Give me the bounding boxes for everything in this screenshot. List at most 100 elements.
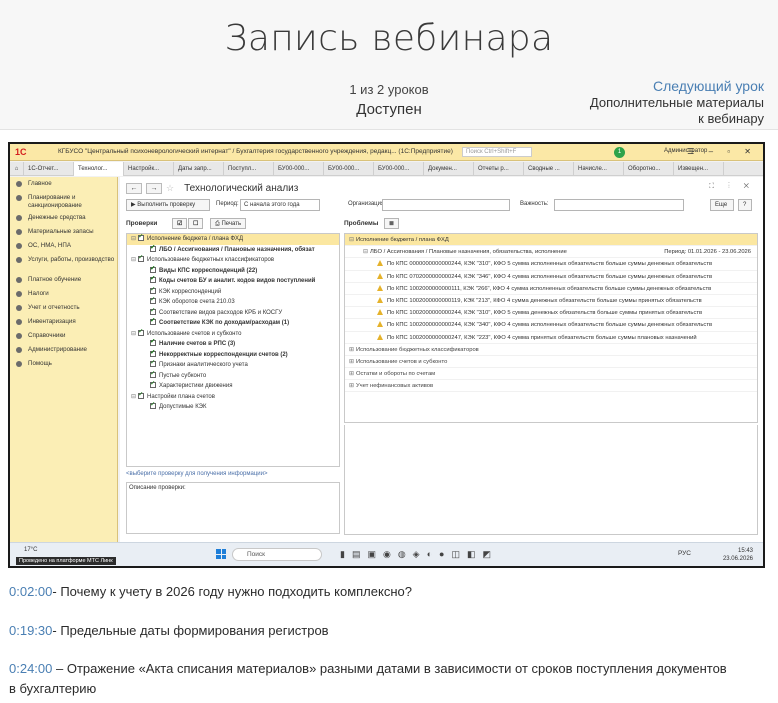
check-label: Виды КПС корреспонденций (22) — [159, 267, 258, 274]
clock-date: 23.06.2026 — [722, 556, 753, 562]
section-icon — [16, 181, 22, 187]
next-lesson-title-line1[interactable]: Дополнительные материалы — [590, 95, 764, 111]
problems-panel: Проблемы ≣ ⊟ Исполнение бюджета / плана Ф… — [344, 217, 758, 537]
section-icon — [16, 257, 22, 263]
checkbox-icon — [150, 381, 156, 390]
sidebar-item-label: ОС, НМА, НПА — [28, 242, 71, 249]
app-tab: Даты запр... — [174, 162, 224, 176]
problem-row: ⊟ Исполнение бюджета / плана ФХД — [345, 234, 757, 247]
window-controls-icon: ☰ ‒ ▫ ✕ — [687, 147, 757, 156]
taskbar-app-icons: ▮▤▣◉◍◈◐●◫◧◩ — [340, 549, 498, 559]
problem-row: ⊞ Учет нефинансовых активов — [345, 380, 757, 393]
problem-row: По КПС 1002000000000244, КЭК "310", КФО … — [345, 307, 757, 320]
check-tree-row: ⊟ Использование бюджетных классификаторов — [127, 255, 339, 266]
app-tab: Технолог... — [74, 162, 124, 176]
taskbar-search: Поиск — [232, 548, 322, 561]
sidebar-item: Налоги — [10, 287, 117, 301]
checkbox-icon — [150, 350, 156, 358]
section-icon — [16, 215, 22, 221]
checks-label: Проверки — [126, 220, 158, 227]
description-label: Описание проверки: — [129, 485, 186, 491]
app-main: ← → ☆ Технологический анализ ⛶ ⋮ ✕ ▶ Вып… — [120, 177, 763, 542]
checkbox-icon — [138, 392, 144, 400]
checkbox-icon — [150, 371, 156, 379]
expand-icon: ⊟ — [131, 330, 137, 337]
sidebar-item-label: Налоги — [28, 290, 49, 297]
checkbox-icon — [150, 276, 156, 285]
problem-label: Использование счетов и субконто — [356, 358, 448, 365]
check-tree-row: КЭК оборотов счета 210.03 — [127, 297, 339, 308]
sidebar-item: Учет и отчетность — [10, 301, 117, 315]
checkbox-icon — [150, 308, 156, 316]
expand-icon: ⊞ — [349, 358, 355, 365]
section-icon — [16, 195, 22, 201]
sidebar-item: Услуги, работы, производство — [10, 253, 117, 273]
check-tree-row: Пустые субконто — [127, 371, 339, 382]
next-lesson-title-line2[interactable]: к вебинару — [590, 111, 764, 127]
check-label: Настройки плана счетов — [147, 393, 215, 400]
timecode-link[interactable]: 0:02:00 — [9, 584, 52, 599]
problem-label: ЛБО / Ассигнования / Плановые назначения… — [370, 249, 567, 256]
page-title: Запись вебинара — [224, 18, 554, 59]
timecode-text: Предельные даты формирования регистров — [56, 623, 329, 638]
section-icon — [16, 229, 22, 235]
problems-empty-area — [344, 425, 758, 535]
app-tab: Извещен... — [674, 162, 724, 176]
timecode-text-continued: в бухгалтерию — [9, 681, 97, 696]
check-label: Наличие счетов в РПС (3) — [159, 341, 236, 347]
checkbox-icon — [150, 339, 156, 348]
timecode-item[interactable]: 0:24:00 – Отражение «Акта списания матер… — [9, 659, 727, 679]
expand-icon: ⊞ — [349, 383, 355, 390]
sidebar-item: Материальные запасы — [10, 225, 117, 239]
timecode-item[interactable]: 0:19:30- Предельные даты формирования ре… — [9, 621, 329, 641]
problem-label: Остатки и обороты по счетам — [356, 371, 436, 378]
organization-label: Организация: — [348, 201, 386, 207]
app-tab: Сводные ... — [524, 162, 574, 176]
timecode-link[interactable]: 0:19:30 — [9, 623, 52, 638]
check-label: Использование счетов и субконто — [147, 330, 242, 337]
problem-label: По КПС 0702000000000244, КЭК "346", КФО … — [387, 273, 713, 280]
next-lesson[interactable]: Следующий урок Дополнительные материалы … — [590, 78, 764, 127]
app-sidebar: Главное Планирование и санкционирование Де… — [10, 177, 118, 542]
problem-row: По КПС 1002000000000119, КЭК "213", КФО … — [345, 295, 757, 308]
check-label: Исполнение бюджета / плана ФХД — [147, 236, 244, 242]
sidebar-item: Денежные средства — [10, 211, 117, 225]
check-tree-row: Соответствие видов расходов КРБ и КОСГУ — [127, 308, 339, 319]
problem-label: Исполнение бюджета / плана ФХД — [356, 237, 449, 243]
problem-label: Использование бюджетных классификаторов — [356, 346, 479, 353]
checks-panel: Проверки ☑ ☐ ⎙ Печать ⊟ Исполнение бюджет… — [126, 217, 340, 537]
check-tree-row: КЭК корреспонденций — [127, 287, 339, 298]
problems-header: Проблемы ≣ — [344, 217, 758, 231]
timecode-item[interactable]: 0:02:00- Почему к учету в 2026 году нужн… — [9, 582, 412, 602]
importance-label: Важность: — [520, 201, 549, 207]
app-tab: Докумен... — [424, 162, 474, 176]
problem-row: По КПС 1002000000000247, КЭК "223", КФО … — [345, 332, 757, 344]
section-icon — [16, 347, 22, 353]
select-check-link: <выберите проверку для получения информа… — [126, 471, 268, 477]
app-tabs: ⌂ 1С-Отчет... Технолог... Настройк... Даты … — [10, 162, 763, 176]
sidebar-item: Инвентаризация — [10, 315, 117, 329]
next-lesson-link[interactable]: Следующий урок — [590, 78, 764, 94]
checkbox-icon — [150, 318, 156, 327]
section-icon — [16, 333, 22, 339]
problem-row: ⊞ Использование счетов и субконто — [345, 356, 757, 369]
checkbox-icon — [150, 245, 156, 253]
favorite-star-icon: ☆ — [166, 182, 175, 193]
sidebar-item: Помощь — [10, 357, 117, 371]
problem-row: По КПС 0000000000000244, КЭК "310", КФО … — [345, 258, 757, 271]
section-icon — [16, 319, 22, 325]
problems-label: Проблемы — [344, 220, 379, 227]
checkbox-icon — [150, 287, 156, 295]
problem-label: По КПС 1002000000000119, КЭК "213", КФО … — [387, 297, 702, 304]
timecode-link[interactable]: 0:24:00 — [9, 661, 52, 676]
window-title: КГБУСО "Центральный психоневрологический… — [58, 148, 453, 155]
problem-row: По КПС 1002000000000111, КЭК "266", КФО … — [345, 283, 757, 295]
warning-icon — [377, 296, 383, 303]
check-label: Соответствие видов расходов КРБ и КОСГУ — [159, 309, 283, 316]
check-label: Некорректные корреспонденции счетов (2) — [159, 351, 288, 358]
video-player[interactable]: 1С КГБУСО "Центральный психоневрологичес… — [8, 142, 765, 568]
warning-icon — [377, 272, 383, 279]
sidebar-item-label: Помощь — [28, 360, 52, 367]
sidebar-item-label: Главное — [28, 180, 52, 187]
expand-icon: ⊟ — [131, 257, 137, 263]
